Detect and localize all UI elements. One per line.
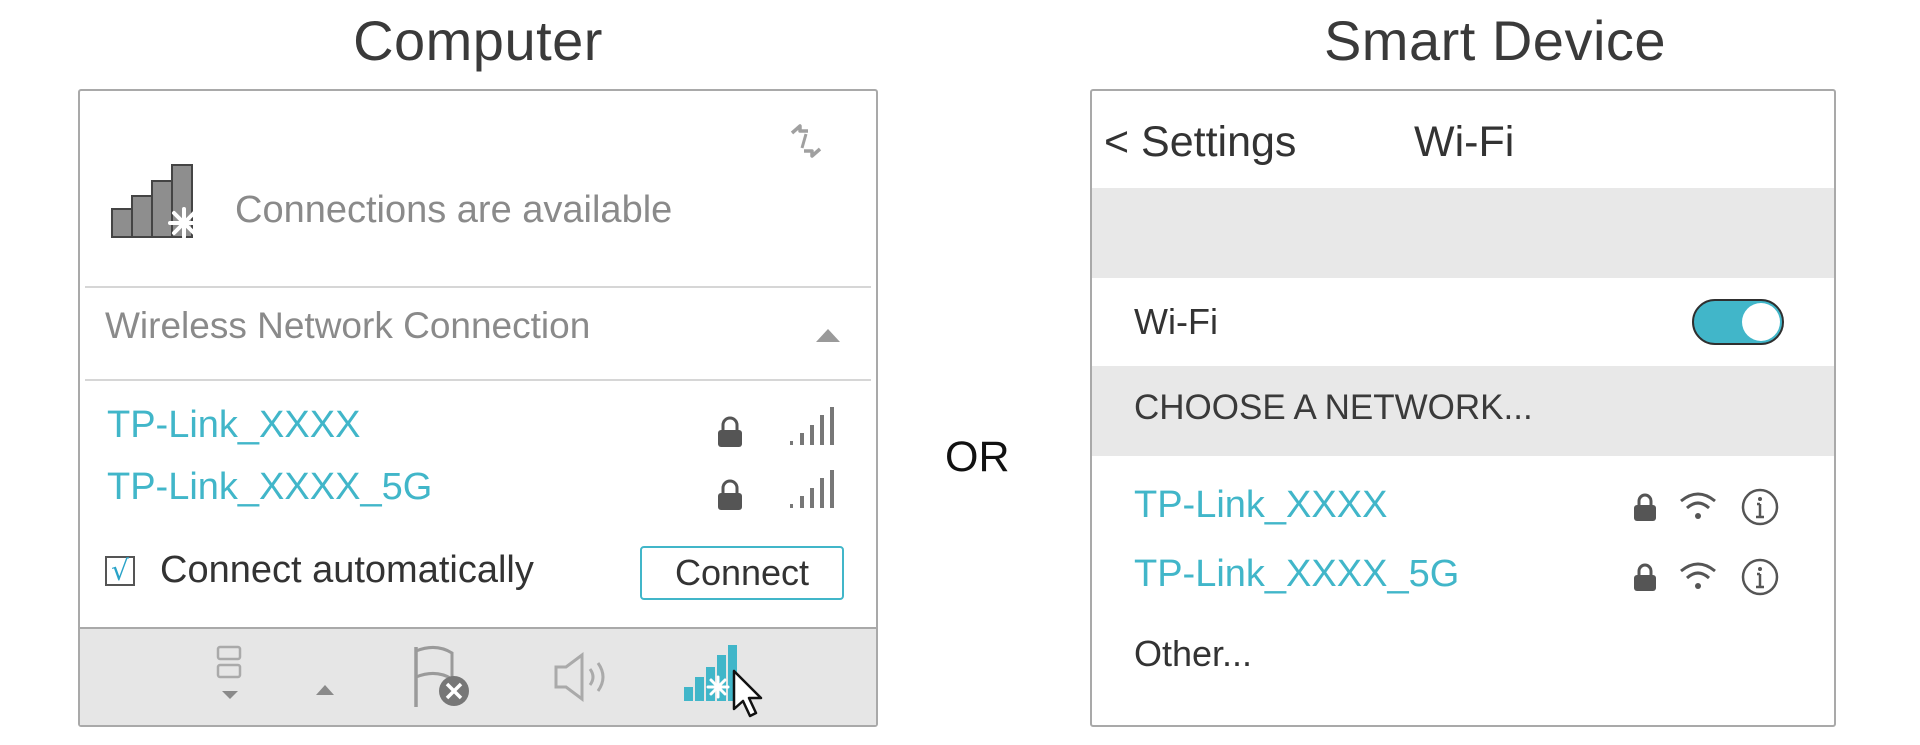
other-network-item[interactable]: Other... [1134,633,1252,675]
settings-back-link[interactable]: < Settings [1104,118,1296,167]
refresh-icon[interactable] [786,121,826,161]
smart-device-wifi-settings: < Settings Wi-Fi Wi-Fi CHOOSE A NETWORK.… [1090,89,1836,727]
smart-device-section-title: Smart Device [1323,9,1667,72]
wifi-page-title: Wi-Fi [1414,118,1515,166]
wifi-toggle-label: Wi-Fi [1134,301,1218,342]
network-list-item-1[interactable]: TP-Link_XXXX [107,404,360,447]
signal-strength-icon [790,470,834,508]
mouse-cursor-icon [732,669,763,718]
or-separator: OR [945,433,1010,481]
computer-network-flyout: Connections are available Wireless Netwo… [78,89,878,727]
divider [85,379,871,381]
connect-automatically-label: Connect automatically [160,549,534,591]
toggle-knob [1742,303,1780,341]
speaker-icon[interactable] [552,651,618,703]
show-hidden-icons-arrow[interactable] [316,685,334,695]
choose-network-header: CHOOSE A NETWORK... [1134,388,1533,427]
lock-icon [718,479,742,510]
connection-status-text: Connections are available [235,189,673,231]
info-icon[interactable] [1740,487,1780,527]
computer-section-title: Computer [353,9,603,72]
network-available-signal-icon [111,164,200,239]
connect-automatically-checkbox[interactable]: √ [105,556,135,586]
info-icon[interactable] [1740,557,1780,597]
section-spacer [1092,188,1834,278]
lock-icon [1634,563,1656,591]
signal-strength-icon [790,407,834,445]
network-list-item-1[interactable]: TP-Link_XXXX [1134,484,1387,527]
wifi-signal-icon [1680,492,1716,519]
collapse-arrow-icon[interactable] [816,329,840,342]
lock-icon [1634,493,1656,521]
lock-icon [718,416,742,447]
network-list-item-2[interactable]: TP-Link_XXXX_5G [107,466,432,509]
wireless-connection-header[interactable]: Wireless Network Connection [105,305,590,347]
network-list-item-2[interactable]: TP-Link_XXXX_5G [1134,553,1459,596]
divider [85,286,871,288]
connect-button[interactable]: Connect [640,546,844,600]
action-center-flag-icon[interactable] [410,643,474,711]
wifi-signal-icon [1680,562,1716,589]
taskbar-tray [80,627,876,725]
wifi-available-tray-icon[interactable] [680,643,776,719]
network-devices-icon[interactable] [210,643,250,709]
wifi-toggle[interactable] [1692,299,1784,345]
